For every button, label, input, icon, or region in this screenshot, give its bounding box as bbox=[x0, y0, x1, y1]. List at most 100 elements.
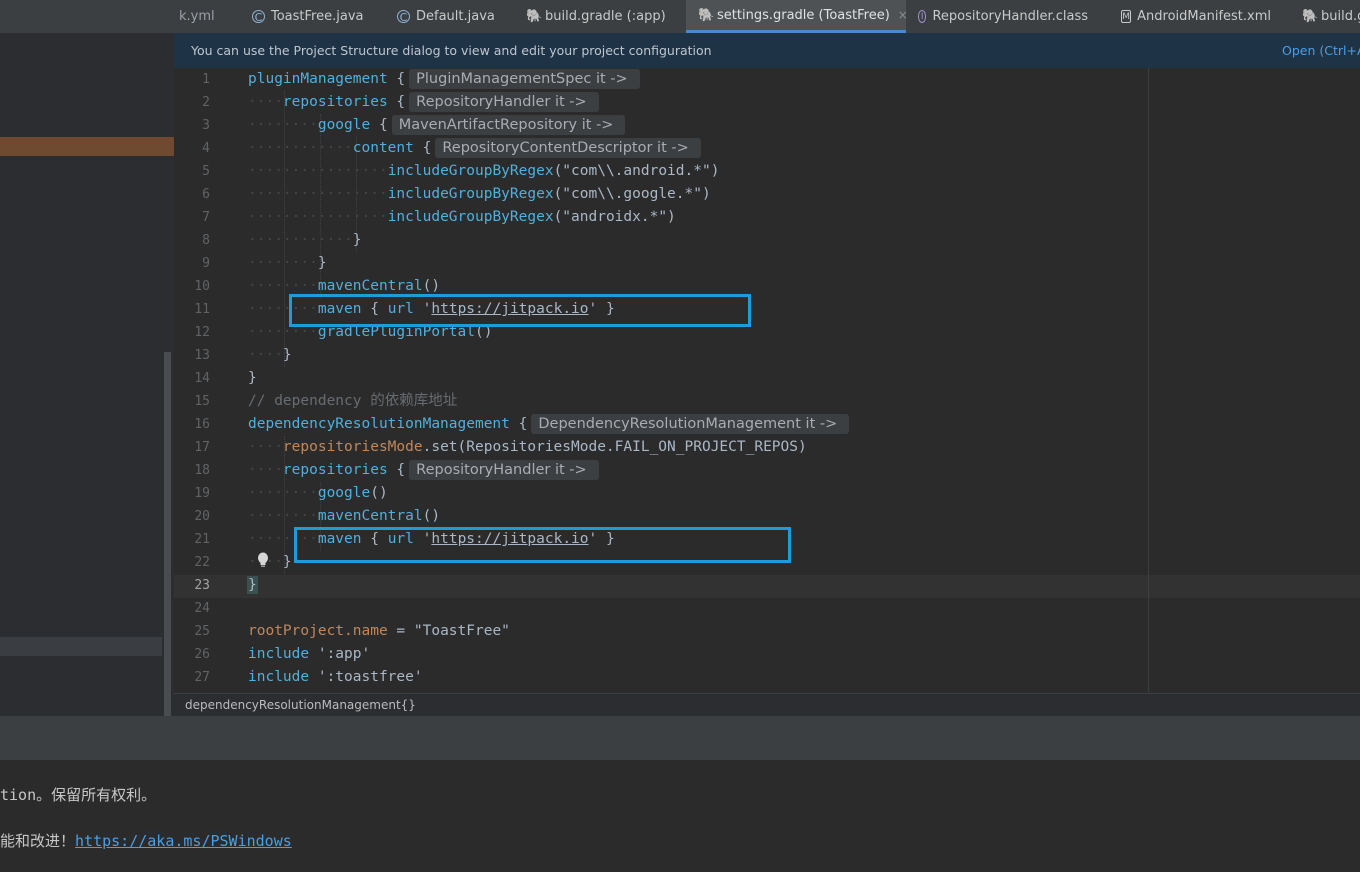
breadcrumb-item[interactable]: dependencyResolutionManagement{} bbox=[185, 698, 416, 712]
line-number: 17 bbox=[194, 440, 210, 455]
code-function: includeGroupByRegex bbox=[387, 186, 554, 202]
tab-default-java[interactable]: C Default.java bbox=[397, 0, 507, 33]
tab-k-yml[interactable]: k.yml bbox=[179, 0, 219, 33]
code-expression: .set(RepositoriesMode.FAIL_ON_PROJECT_RE… bbox=[422, 439, 807, 455]
line-number-current: 23 bbox=[194, 578, 210, 593]
code-line-14: } bbox=[248, 367, 257, 390]
line-number: 12 bbox=[194, 325, 210, 340]
line-number: 25 bbox=[194, 624, 210, 639]
code-line-18: ····repositories {RepositoryHandler it -… bbox=[248, 459, 599, 482]
code-line-5: ················includeGroupByRegex("com… bbox=[248, 163, 720, 179]
code-function: google bbox=[317, 485, 371, 501]
tab-repositoryhandler-class[interactable]: I RepositoryHandler.class bbox=[918, 0, 1088, 33]
code-comment: // dependency 的依赖库地址 bbox=[248, 393, 458, 409]
code-line-19: ········google() bbox=[248, 485, 388, 501]
code-line-20: ········mavenCentral() bbox=[248, 508, 441, 524]
code-identifier: dependencyResolutionManagement bbox=[248, 416, 510, 432]
line-number: 7 bbox=[202, 210, 210, 225]
line-number: 19 bbox=[194, 486, 210, 501]
code-function: mavenCentral bbox=[317, 508, 423, 524]
line-number: 22 bbox=[194, 555, 210, 570]
code-line-8: ············} bbox=[248, 232, 362, 248]
code-brace: } bbox=[317, 255, 327, 271]
open-project-structure-link[interactable]: Open (Ctrl+A bbox=[1282, 43, 1360, 58]
code-identifier: repositories bbox=[282, 94, 388, 110]
code-argument: () bbox=[370, 485, 388, 501]
project-panel-scrollbar[interactable] bbox=[164, 352, 171, 716]
terminal-line: 能和改进！https://aka.ms/PSWindows bbox=[0, 830, 292, 851]
line-number: 16 bbox=[194, 417, 210, 432]
code-argument: ':app' bbox=[309, 646, 371, 662]
line-number: 6 bbox=[202, 187, 210, 202]
line-number: 14 bbox=[194, 371, 210, 386]
line-number: 27 bbox=[194, 670, 210, 685]
line-number: 15 bbox=[194, 394, 210, 409]
code-function: include bbox=[248, 646, 310, 662]
tab-build-gradle[interactable]: 🐘 build.g bbox=[1302, 0, 1360, 33]
terminal-line: tion。保留所有权利。 bbox=[0, 786, 157, 804]
tab-toastfree-java[interactable]: C ToastFree.java bbox=[252, 0, 372, 33]
terminal-text: 能和改进！ bbox=[0, 832, 76, 850]
code-editor[interactable]: 1 2 3 4 5 6 7 8 9 10 11 12 13 14 15 16 1… bbox=[174, 68, 1360, 692]
code-line-4: ············content {RepositoryContentDe… bbox=[248, 137, 701, 160]
tab-label: AndroidManifest.xml bbox=[1137, 9, 1271, 24]
tab-settings-gradle[interactable]: 🐘 settings.gradle (ToastFree) × bbox=[686, 0, 908, 33]
code-argument: () bbox=[422, 278, 441, 294]
line-number: 4 bbox=[202, 141, 210, 156]
breadcrumb: dependencyResolutionManagement{} bbox=[174, 693, 1360, 717]
code-line-7: ················includeGroupByRegex("and… bbox=[248, 209, 676, 225]
line-number: 9 bbox=[202, 256, 210, 271]
line-number: 20 bbox=[194, 509, 210, 524]
code-brace: } bbox=[352, 232, 362, 248]
code-brace: } bbox=[282, 554, 292, 570]
line-number: 2 bbox=[202, 95, 210, 110]
lightbulb-icon[interactable] bbox=[257, 552, 269, 568]
tab-label: ToastFree.java bbox=[271, 9, 364, 24]
parameter-hint: RepositoryHandler it -> bbox=[409, 92, 599, 112]
code-line-9: ········} bbox=[248, 255, 327, 271]
code-function: include bbox=[248, 669, 310, 685]
tab-label: build.gradle (:app) bbox=[545, 9, 666, 24]
editor-tab-bar: k.yml C ToastFree.java C Default.java 🐘 … bbox=[174, 0, 1360, 33]
tab-label: k.yml bbox=[179, 9, 215, 24]
code-brace: { bbox=[509, 416, 528, 432]
parameter-hint: DependencyResolutionManagement it -> bbox=[531, 414, 850, 434]
close-icon[interactable]: × bbox=[898, 8, 908, 22]
tab-build-gradle-app[interactable]: 🐘 build.gradle (:app) bbox=[526, 0, 666, 33]
code-argument: ("com\\.android.*") bbox=[553, 163, 720, 179]
code-line-26: include ':app' bbox=[248, 643, 370, 666]
project-tree-row[interactable] bbox=[0, 637, 162, 656]
project-structure-notification: You can use the Project Structure dialog… bbox=[174, 33, 1360, 68]
class-icon: C bbox=[397, 10, 410, 24]
project-tree-selected-row[interactable] bbox=[0, 137, 174, 156]
code-function: includeGroupByRegex bbox=[387, 209, 554, 225]
terminal-output[interactable]: tion。保留所有权利。 能和改进！https://aka.ms/PSWindo… bbox=[0, 760, 1360, 872]
tab-androidmanifest-xml[interactable]: M AndroidManifest.xml bbox=[1121, 0, 1271, 33]
code-line-16: dependencyResolutionManagement {Dependen… bbox=[248, 413, 850, 436]
line-number: 5 bbox=[202, 164, 210, 179]
code-line-22: ····} bbox=[248, 551, 292, 574]
code-line-2: ····repositories {RepositoryHandler it -… bbox=[248, 91, 599, 114]
code-brace: { bbox=[387, 94, 406, 110]
project-panel bbox=[0, 0, 174, 716]
code-expression: = "ToastFree" bbox=[387, 623, 510, 639]
code-brace: { bbox=[370, 117, 388, 133]
code-argument: ("androidx.*") bbox=[553, 209, 676, 225]
code-line-23: } bbox=[247, 574, 258, 597]
line-number: 8 bbox=[202, 233, 210, 248]
code-argument: () bbox=[422, 508, 441, 524]
code-identifier: pluginManagement bbox=[248, 71, 388, 87]
code-argument: ':toastfree' bbox=[309, 669, 423, 685]
line-number: 10 bbox=[194, 279, 210, 294]
code-line-27: include ':toastfree' bbox=[248, 666, 423, 689]
code-brace: } bbox=[282, 347, 292, 363]
code-line-25: rootProject.name = "ToastFree" bbox=[248, 620, 510, 643]
line-number: 24 bbox=[194, 601, 210, 616]
code-brace: { bbox=[387, 462, 406, 478]
code-identifier: content bbox=[352, 140, 414, 156]
parameter-hint: RepositoryContentDescriptor it -> bbox=[435, 138, 701, 158]
code-line-13: ····} bbox=[248, 347, 292, 363]
interface-icon: I bbox=[918, 10, 927, 23]
gradle-icon: 🐘 bbox=[526, 9, 543, 24]
pswindows-link[interactable]: https://aka.ms/PSWindows bbox=[75, 832, 292, 850]
